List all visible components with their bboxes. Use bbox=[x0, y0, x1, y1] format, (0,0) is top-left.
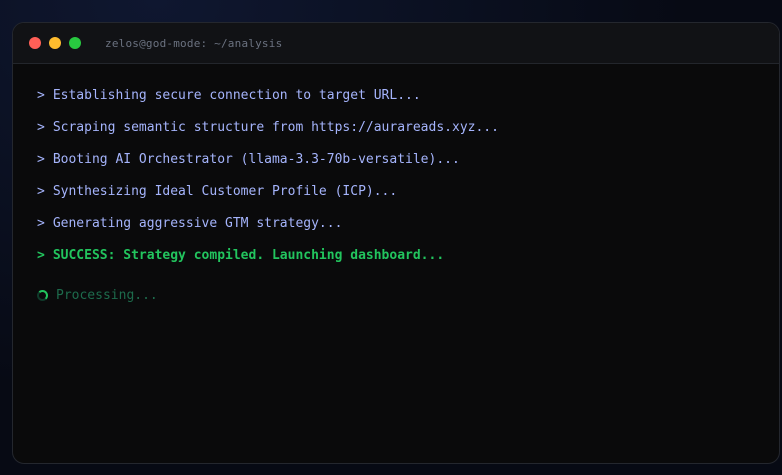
terminal-line: > Establishing secure connection to targe… bbox=[37, 88, 779, 104]
terminal-window: zelos@god-mode: ~/analysis > Establishing… bbox=[12, 22, 780, 464]
prompt-symbol: > bbox=[37, 120, 45, 135]
terminal-line-text: SUCCESS: Strategy compiled. Launching da… bbox=[52, 248, 445, 263]
prompt-symbol: > bbox=[37, 248, 45, 263]
prompt-symbol: > bbox=[37, 216, 45, 231]
terminal-line: > Scraping semantic structure from https:… bbox=[37, 120, 779, 136]
terminal-line: > Booting AI Orchestrator (llama-3.3-70b-… bbox=[37, 152, 779, 168]
minimize-window-button[interactable] bbox=[49, 37, 61, 49]
prompt-symbol: > bbox=[37, 88, 45, 103]
terminal-line-text: Generating aggressive GTM strategy... bbox=[52, 216, 343, 231]
terminal-line: > Synthesizing Ideal Customer Profile (IC… bbox=[37, 184, 779, 200]
title-bar: zelos@god-mode: ~/analysis bbox=[13, 23, 779, 64]
prompt-symbol: > bbox=[37, 184, 45, 199]
terminal-line-success: > SUCCESS: Strategy compiled. Launching d… bbox=[37, 248, 779, 264]
terminal-output: > Establishing secure connection to targe… bbox=[13, 64, 779, 303]
terminal-line-text: Scraping semantic structure from https:/… bbox=[52, 120, 499, 135]
spinner-icon bbox=[37, 290, 48, 301]
terminal-line-text: Synthesizing Ideal Customer Profile (ICP… bbox=[52, 184, 398, 199]
processing-label: Processing... bbox=[56, 288, 158, 303]
window-title: zelos@god-mode: ~/analysis bbox=[105, 36, 283, 50]
terminal-line-text: Establishing secure connection to target… bbox=[52, 88, 421, 103]
close-window-button[interactable] bbox=[29, 37, 41, 49]
processing-status: Processing... bbox=[37, 288, 779, 303]
maximize-window-button[interactable] bbox=[69, 37, 81, 49]
terminal-line-text: Booting AI Orchestrator (llama-3.3-70b-v… bbox=[52, 152, 460, 167]
prompt-symbol: > bbox=[37, 152, 45, 167]
terminal-line: > Generating aggressive GTM strategy... bbox=[37, 216, 779, 232]
